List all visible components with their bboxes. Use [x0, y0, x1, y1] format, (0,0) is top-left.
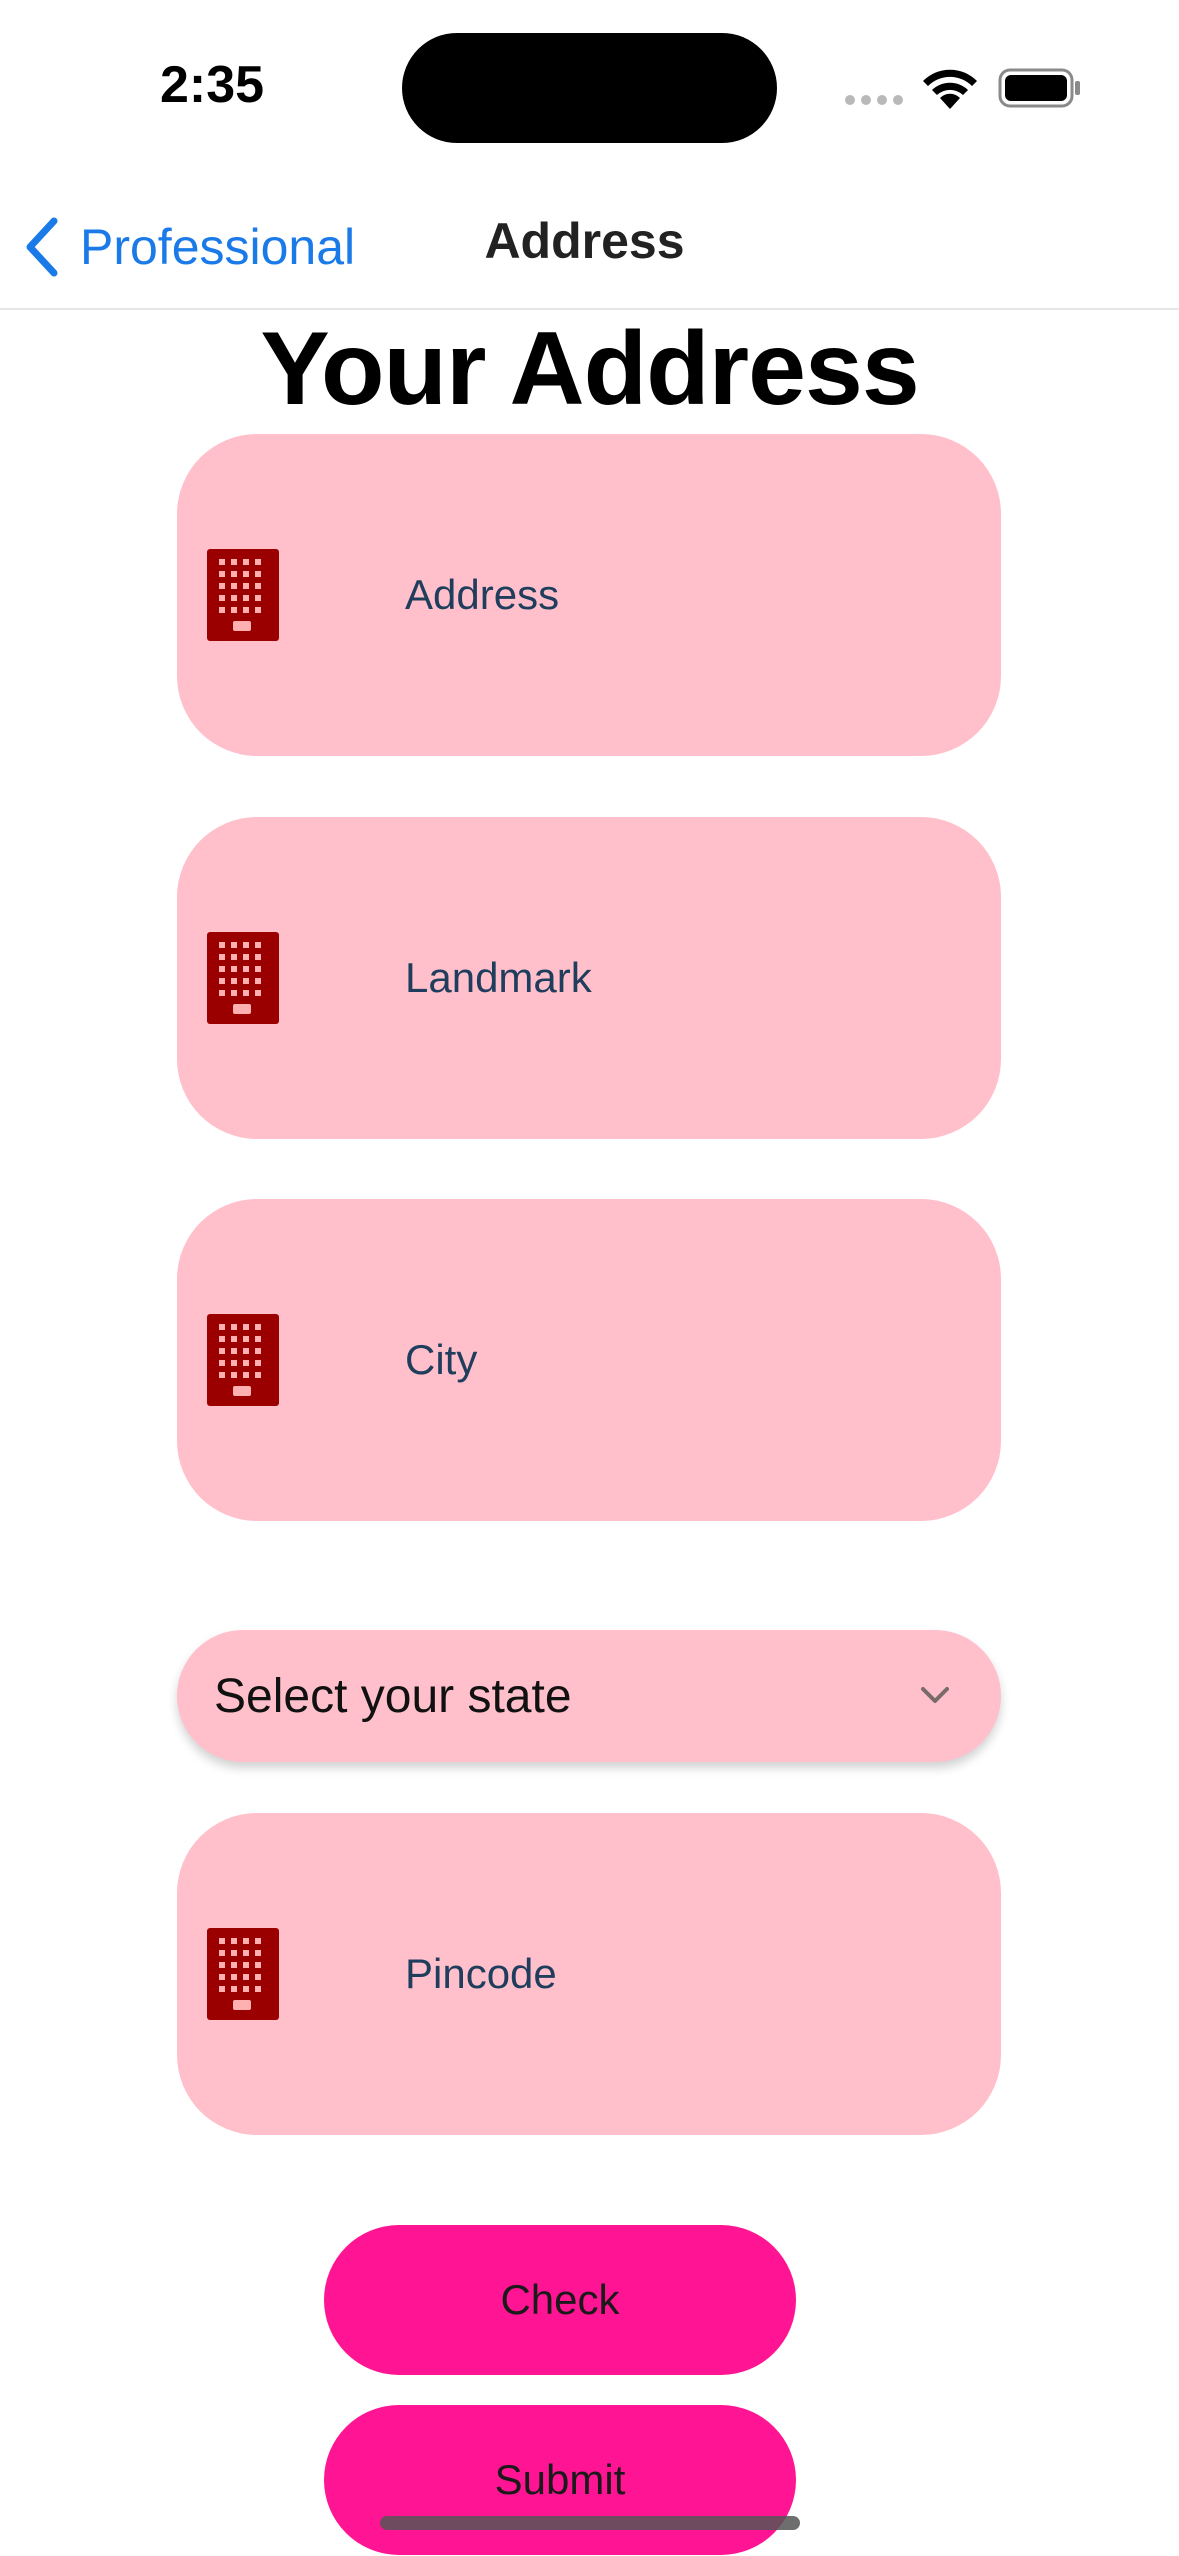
home-indicator[interactable]	[380, 2516, 800, 2530]
cellular-signal-icon	[845, 95, 903, 105]
back-button-label: Professional	[80, 219, 356, 275]
chevron-down-icon	[921, 1687, 949, 1703]
building-icon	[207, 549, 279, 641]
state-select[interactable]: Select your state	[177, 1630, 1001, 1762]
submit-button[interactable]: Submit	[324, 2405, 796, 2555]
status-time: 2:35	[160, 56, 265, 114]
pincode-field[interactable]: Pincode	[177, 1813, 1001, 2135]
building-icon	[207, 1314, 279, 1406]
address-field-placeholder: Address	[405, 571, 560, 618]
city-field[interactable]: City	[177, 1199, 1001, 1521]
battery-icon	[998, 68, 1080, 108]
building-icon	[207, 1928, 279, 2020]
building-icon	[207, 932, 279, 1024]
dynamic-island	[402, 33, 777, 143]
landmark-field-placeholder: Landmark	[405, 954, 592, 1001]
chevron-left-icon	[26, 217, 58, 277]
landmark-field[interactable]: Landmark	[177, 817, 1001, 1139]
state-select-value: Select your state	[214, 1669, 572, 1723]
app-screen: 2:35 Address Professional Your Address A…	[0, 0, 1179, 2556]
back-button[interactable]: Professional	[22, 212, 355, 282]
page-title: Your Address	[260, 311, 919, 427]
pincode-field-placeholder: Pincode	[405, 1950, 557, 1997]
navigation-bar: Address Professional	[0, 190, 1179, 310]
address-field[interactable]: Address	[177, 434, 1001, 756]
city-field-placeholder: City	[405, 1336, 478, 1383]
check-button[interactable]: Check	[324, 2225, 796, 2375]
wifi-icon	[923, 69, 977, 109]
